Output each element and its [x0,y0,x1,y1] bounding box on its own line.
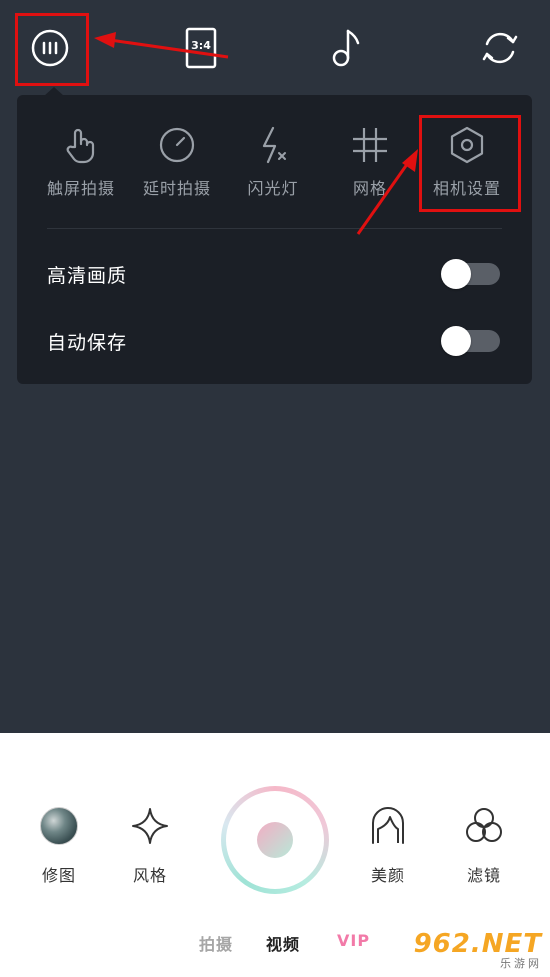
arrow-line [109,38,229,59]
style-button[interactable]: 风格 [110,805,190,886]
shutter-core [257,822,293,858]
mode-vip-tab[interactable]: VIP [337,931,370,950]
filter-button[interactable]: 滤镜 [444,805,524,886]
shutter-inner [226,791,324,889]
bottom-label: 美颜 [370,866,405,885]
edit-photo-button[interactable]: 修图 [19,805,99,886]
gallery-thumbnail [40,807,78,845]
bottom-label: 风格 [132,866,167,885]
beauty-button[interactable]: 美颜 [348,805,428,886]
bottom-label: 修图 [41,866,76,885]
shutter-button[interactable] [221,786,329,894]
arrow-head [94,32,116,48]
face-icon [372,807,404,844]
bottom-controls: 修图 风格 美颜 滤镜 拍摄 视频 VIP 962.NET 乐游网 [0,733,550,977]
mode-video-tab[interactable]: 视频 [266,931,300,955]
mode-photo-tab[interactable]: 拍摄 [199,931,233,955]
sparkle-icon [132,808,168,844]
annotation-arrows [94,32,418,235]
bottom-label: 滤镜 [466,866,501,885]
arrow-line [356,159,412,235]
site-watermark: 962.NET 乐游网 [414,929,542,971]
filter-circles-icon [466,808,502,842]
camera-viewfinder: 3:4 触屏拍摄 延时拍摄 闪光灯 网格 相机设置 高清画质 自动保存 [0,0,550,733]
